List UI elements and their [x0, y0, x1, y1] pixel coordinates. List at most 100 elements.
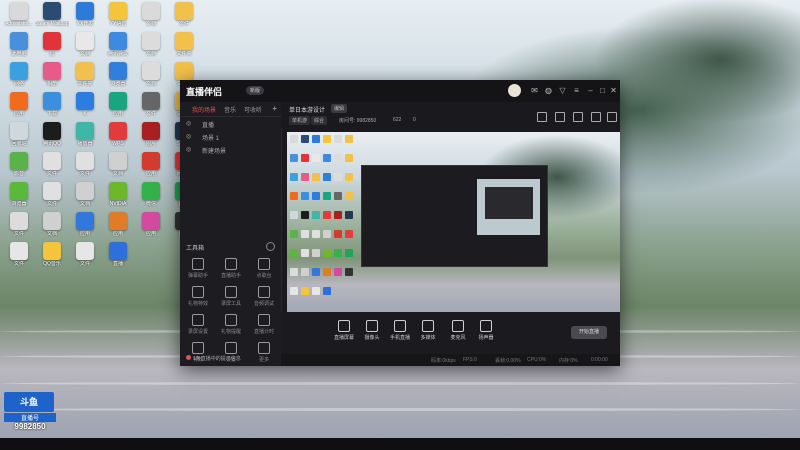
desktop-icon[interactable]: 直播: [101, 242, 135, 267]
desktop-icon[interactable]: 应用: [101, 212, 135, 237]
toolbox-item[interactable]: 点歌台: [249, 258, 279, 279]
minimize-icon[interactable]: –: [586, 86, 595, 95]
save-icon[interactable]: [573, 112, 583, 122]
desktop-icon[interactable]: 回收站: [2, 122, 36, 147]
desktop-icon[interactable]: 文件: [68, 242, 102, 267]
toolbox-item[interactable]: 礼物特效: [183, 286, 213, 307]
version-badge[interactable]: 新版: [246, 86, 265, 95]
desktop-icon[interactable]: 文档: [101, 152, 135, 177]
gift-icon[interactable]: [537, 112, 547, 122]
edit-button[interactable]: 编辑: [331, 104, 348, 113]
eye-icon[interactable]: ◎: [186, 120, 191, 127]
taskbar[interactable]: [0, 438, 800, 450]
skin-icon[interactable]: ◍: [544, 86, 553, 95]
tab-music[interactable]: 音乐: [224, 105, 236, 114]
phone-live-button[interactable]: 手机直播: [387, 320, 413, 341]
scene-item[interactable]: ◎ 直播: [180, 117, 281, 130]
maximize-icon[interactable]: □: [598, 86, 607, 95]
camera-button[interactable]: 摄像头: [359, 320, 385, 341]
mail-icon[interactable]: ✉: [530, 86, 539, 95]
desktop-icon[interactable]: 播放器: [68, 122, 102, 147]
menu-icon[interactable]: ≡: [572, 86, 581, 95]
speaker-button[interactable]: 扬声器: [473, 320, 499, 341]
feedback-icon[interactable]: ▽: [558, 86, 567, 95]
app-icon: [76, 152, 94, 170]
toolbox-settings-icon[interactable]: [266, 242, 275, 251]
toolbox-item[interactable]: 弹幕助手: [183, 258, 213, 279]
share-icon[interactable]: [607, 112, 617, 122]
desktop-icon[interactable]: 微信: [134, 182, 168, 207]
desktop-icon[interactable]: 文档: [134, 62, 168, 87]
desktop-icon[interactable]: 文件: [134, 92, 168, 117]
desktop-icon[interactable]: 浏览器: [2, 182, 36, 207]
screen-capture-button[interactable]: 直播屏幕: [331, 320, 357, 341]
add-scene-icon[interactable]: +: [272, 104, 277, 113]
desktop-icon[interactable]: WPS: [101, 122, 135, 147]
desktop-icon[interactable]: 应用: [134, 152, 168, 177]
desktop-icon[interactable]: 应用: [68, 212, 102, 237]
eye-icon[interactable]: ◎: [186, 146, 191, 153]
desktop-icon[interactable]: 文档: [68, 182, 102, 207]
desktop-icon[interactable]: 文件夹: [68, 62, 102, 87]
desktop-icon[interactable]: 浏览器: [101, 62, 135, 87]
tab-scenes[interactable]: 我的场景: [192, 105, 216, 114]
title-bar[interactable]: 直播伴侣 新版 ✉ ◍ ▽ ≡ – □ ✕: [180, 80, 620, 102]
desktop-brand-logo[interactable]: 斗鱼 直播号 9982850: [4, 392, 56, 431]
desktop-icon[interactable]: 图片: [134, 122, 168, 147]
toolbox-item[interactable]: 直播计时: [249, 314, 279, 335]
scene-item[interactable]: ◎ 场景 1: [180, 130, 281, 143]
desktop-icon[interactable]: 文件: [2, 242, 36, 267]
app-icon: [43, 122, 61, 140]
stream-preview[interactable]: [287, 132, 620, 312]
desktop-icon[interactable]: 腾讯QQ: [35, 122, 69, 147]
desktop-icon[interactable]: YY语音: [101, 2, 135, 27]
desktop-icon[interactable]: 腾讯会议: [101, 32, 135, 57]
desktop-icon[interactable]: 此电脑: [2, 32, 36, 57]
close-icon[interactable]: ✕: [609, 86, 618, 95]
app-icon: [142, 182, 160, 200]
toolbox-item[interactable]: 录屏工具: [216, 286, 246, 307]
start-live-button[interactable]: 开始直播: [571, 326, 607, 339]
desktop-icon[interactable]: 文件: [167, 2, 201, 27]
desktop-icon[interactable]: 文件: [2, 212, 36, 237]
desktop-icon[interactable]: 下载: [35, 92, 69, 117]
desktop-icon[interactable]: 文档: [35, 212, 69, 237]
desktop-icon[interactable]: 文件: [35, 152, 69, 177]
media-button[interactable]: 多媒体: [415, 320, 441, 341]
bell-icon[interactable]: [591, 112, 601, 122]
desktop-icon[interactable]: 相册: [35, 62, 69, 87]
desktop-icon[interactable]: 应用: [134, 212, 168, 237]
avatar[interactable]: [508, 84, 521, 97]
desktop-icon[interactable]: K: [68, 92, 102, 117]
desktop-icon[interactable]: 文档: [134, 2, 168, 27]
toolbox-item[interactable]: 音频调试: [249, 286, 279, 307]
toolbox-item[interactable]: 更多: [249, 342, 279, 363]
tab-listen[interactable]: 可收听: [244, 105, 262, 114]
category-chip[interactable]: 综合: [311, 116, 328, 125]
desktop-icon[interactable]: XX开发: [68, 2, 102, 27]
desktop-icon[interactable]: 文件: [68, 152, 102, 177]
desktop-icon[interactable]: 文件夹: [167, 32, 201, 57]
desktop-icon[interactable]: QQ音乐: [35, 242, 69, 267]
desktop-icon[interactable]: NVIDIA: [101, 182, 135, 207]
desktop-icon[interactable]: Steam Wallpaper: [35, 2, 69, 27]
toolbox-item[interactable]: 录屏设置: [183, 314, 213, 335]
notice-bar[interactable]: 1条直播中的提示信息: [186, 355, 241, 362]
desktop-icon[interactable]: 文件: [35, 182, 69, 207]
desktop-icon[interactable]: 网络: [2, 62, 36, 87]
scene-item[interactable]: ◎ 新建场景: [180, 143, 281, 156]
desktop-icon[interactable]: Administra...: [2, 2, 36, 27]
mic-button[interactable]: 麦克风: [445, 320, 471, 341]
category-chip[interactable]: 单机游: [289, 116, 311, 125]
desktop-icon[interactable]: 逗: [35, 32, 69, 57]
toolbox-item[interactable]: 直播助手: [216, 258, 246, 279]
desktop-icon[interactable]: 文档: [68, 32, 102, 57]
eye-icon[interactable]: ◎: [186, 133, 191, 140]
share-screen-icon[interactable]: [555, 112, 565, 122]
toolbox-item[interactable]: 礼物提醒: [216, 314, 246, 335]
status-item: 码率:0kbps: [431, 358, 456, 364]
desktop-icon[interactable]: 应用: [2, 92, 36, 117]
desktop-icon[interactable]: 影音: [2, 152, 36, 177]
desktop-icon[interactable]: 应用: [101, 92, 135, 117]
desktop-icon[interactable]: 文档: [134, 32, 168, 57]
